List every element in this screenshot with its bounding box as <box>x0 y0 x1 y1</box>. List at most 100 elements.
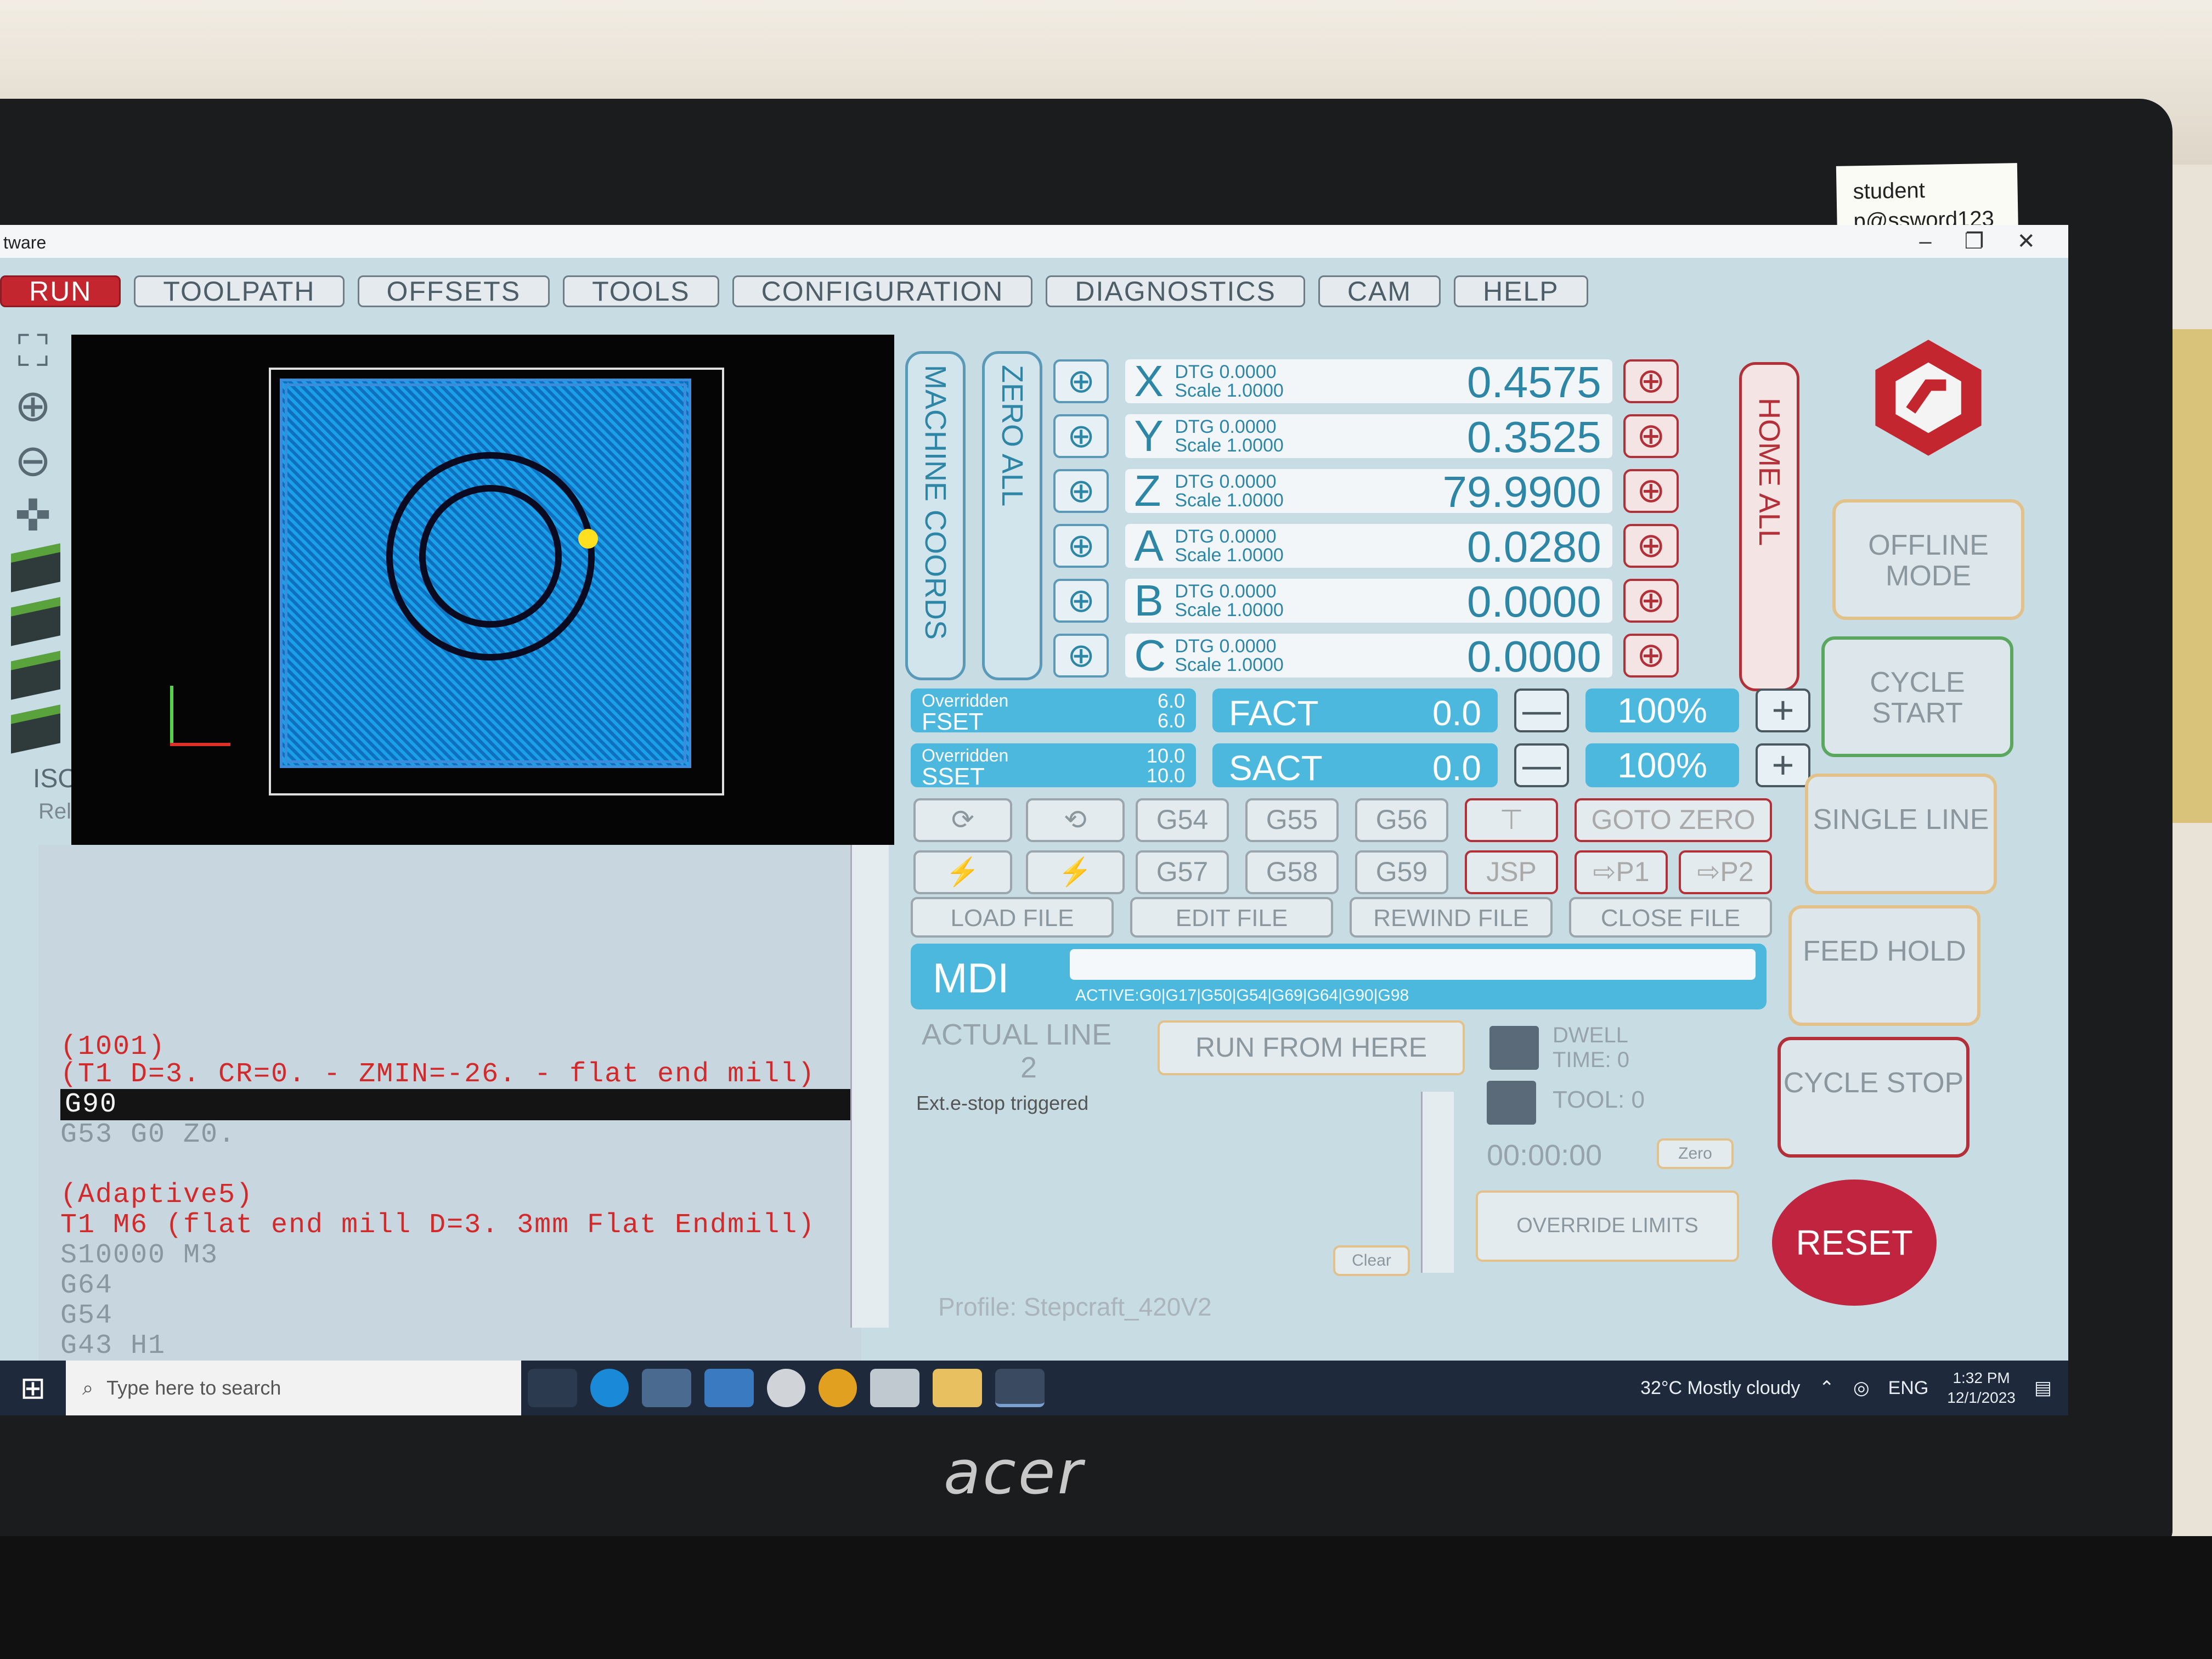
feed-increase-button[interactable]: + <box>1756 689 1810 732</box>
dtg: DTG 0.0000 <box>1175 416 1277 437</box>
coolant-mist-button[interactable]: ⚡ <box>1026 850 1125 894</box>
tray-chevron-icon[interactable]: ⌃ <box>1819 1377 1835 1399</box>
home-all-button[interactable]: HOME ALL <box>1739 362 1799 691</box>
gcode-scrollbar[interactable] <box>850 845 889 1328</box>
edge-icon[interactable] <box>590 1369 629 1407</box>
single-line-button[interactable]: SINGLE LINE <box>1805 774 1997 894</box>
maximize-button[interactable]: ❐ <box>1965 229 1984 254</box>
tool-position-marker <box>578 529 598 549</box>
media-icon[interactable] <box>870 1369 919 1407</box>
g54-button[interactable]: G54 <box>1136 798 1229 842</box>
tab-diagnostics[interactable]: DIAGNOSTICS <box>1046 275 1305 307</box>
dro-x[interactable]: X DTG 0.0000 Scale 1.0000 0.4575 <box>1125 359 1612 404</box>
probe-button[interactable]: ⊤ <box>1465 798 1558 842</box>
zoom-in-icon[interactable]: ⊕ <box>5 384 60 428</box>
gcode-viewer[interactable]: (1001) (T1 D=3. CR=0. - ZMIN=-26. - flat… <box>38 845 861 1415</box>
home-x-button[interactable]: ⊕ <box>1623 359 1679 403</box>
chrome-icon[interactable] <box>819 1369 857 1407</box>
store-icon[interactable] <box>642 1369 691 1407</box>
home-c-button[interactable]: ⊕ <box>1623 634 1679 678</box>
zero-c-button[interactable]: ⊕ <box>1053 634 1109 678</box>
clock[interactable]: 1:32 PM 12/1/2023 <box>1947 1368 2016 1408</box>
clear-status-button[interactable]: Clear <box>1333 1245 1410 1276</box>
scale: Scale 1.0000 <box>1175 380 1284 401</box>
language-indicator[interactable]: ENG <box>1888 1378 1929 1399</box>
mail-icon[interactable] <box>704 1369 754 1407</box>
task-view-icon[interactable] <box>528 1369 577 1407</box>
dro-y[interactable]: Y DTG 0.0000 Scale 1.0000 0.3525 <box>1125 414 1612 459</box>
view-iso-icon[interactable] <box>11 704 60 754</box>
tab-tools[interactable]: TOOLS <box>563 275 719 307</box>
notifications-icon[interactable]: ▤ <box>2034 1377 2052 1399</box>
tab-offsets[interactable]: OFFSETS <box>357 275 550 307</box>
dro-b[interactable]: B DTG 0.0000 Scale 1.0000 0.0000 <box>1125 579 1612 624</box>
toolpath-viewport[interactable] <box>71 335 894 845</box>
zero-b-button[interactable]: ⊕ <box>1053 579 1109 623</box>
home-b-button[interactable]: ⊕ <box>1623 579 1679 623</box>
zero-a-button[interactable]: ⊕ <box>1053 524 1109 568</box>
weather-widget[interactable]: 32°C Mostly cloudy <box>1640 1378 1800 1399</box>
zero-y-button[interactable]: ⊕ <box>1053 414 1109 458</box>
app-icon[interactable] <box>767 1369 805 1407</box>
dro-c[interactable]: C DTG 0.0000 Scale 1.0000 0.0000 <box>1125 634 1612 679</box>
zero-timer-button[interactable]: Zero <box>1657 1138 1734 1169</box>
g56-button[interactable]: G56 <box>1355 798 1448 842</box>
edit-file-button[interactable]: EDIT FILE <box>1130 897 1333 938</box>
tab-cam[interactable]: CAM <box>1318 275 1441 307</box>
zero-x-button[interactable]: ⊕ <box>1053 359 1109 403</box>
goto-p2-button[interactable]: ⇨P2 <box>1679 850 1772 894</box>
mdi-input[interactable] <box>1070 949 1756 980</box>
status-scrollbar[interactable] <box>1421 1092 1454 1273</box>
tab-configuration[interactable]: CONFIGURATION <box>732 275 1033 307</box>
view-side-icon[interactable] <box>11 651 60 700</box>
g55-button[interactable]: G55 <box>1245 798 1339 842</box>
run-from-here-button[interactable]: RUN FROM HERE <box>1158 1020 1465 1075</box>
tab-run[interactable]: RUN <box>0 275 121 307</box>
view-front-icon[interactable] <box>11 597 60 646</box>
tab-toolpath[interactable]: TOOLPATH <box>134 275 345 307</box>
offline-mode-button[interactable]: OFFLINE MODE <box>1832 499 2024 620</box>
g59-button[interactable]: G59 <box>1355 850 1448 894</box>
cycle-start-button[interactable]: CYCLE START <box>1821 636 2013 757</box>
feed-hold-button[interactable]: FEED HOLD <box>1788 905 1980 1026</box>
goto-p1-button[interactable]: ⇨P1 <box>1575 850 1668 894</box>
dro-a[interactable]: A DTG 0.0000 Scale 1.0000 0.0280 <box>1125 524 1612 569</box>
goto-zero-button[interactable]: GOTO ZERO <box>1575 798 1772 842</box>
g57-button[interactable]: G57 <box>1136 850 1229 894</box>
fit-view-icon[interactable]: ⛶ <box>5 329 60 373</box>
spindle-ccw-button[interactable]: ⟲ <box>1026 798 1125 842</box>
home-y-button[interactable]: ⊕ <box>1623 414 1679 458</box>
network-icon[interactable]: ◎ <box>1853 1377 1870 1399</box>
start-button[interactable]: ⊞ <box>0 1361 66 1415</box>
coolant-flood-button[interactable]: ⚡ <box>913 850 1012 894</box>
home-z-button[interactable]: ⊕ <box>1623 469 1679 513</box>
rewind-file-button[interactable]: REWIND FILE <box>1350 897 1553 938</box>
center-view-icon[interactable]: ✜ <box>5 494 60 538</box>
zoom-out-icon[interactable]: ⊖ <box>5 439 60 483</box>
tab-help[interactable]: HELP <box>1454 275 1588 307</box>
cycle-stop-button[interactable]: CYCLE STOP <box>1778 1037 1970 1158</box>
file-explorer-icon[interactable] <box>933 1369 982 1407</box>
zero-all-button[interactable]: ZERO ALL <box>982 351 1042 680</box>
zero-z-button[interactable]: ⊕ <box>1053 469 1109 513</box>
app-logo-icon <box>1875 340 1982 456</box>
spindle-increase-button[interactable]: + <box>1756 743 1810 787</box>
minimize-button[interactable]: – <box>1919 229 1931 254</box>
cnc-app-icon[interactable] <box>995 1369 1045 1407</box>
dro-z[interactable]: Z DTG 0.0000 Scale 1.0000 79.9900 <box>1125 469 1612 514</box>
machine-coords-button[interactable]: MACHINE COORDS <box>905 351 966 680</box>
spindle-decrease-button[interactable]: — <box>1514 743 1569 787</box>
taskbar-search[interactable]: ⌕ Type here to search <box>66 1361 521 1415</box>
spindle-cw-button[interactable]: ⟳ <box>913 798 1012 842</box>
g58-button[interactable]: G58 <box>1245 850 1339 894</box>
home-a-button[interactable]: ⊕ <box>1623 524 1679 568</box>
reset-button[interactable]: RESET <box>1772 1180 1937 1306</box>
view-top-icon[interactable] <box>11 543 60 592</box>
close-button[interactable]: ✕ <box>2017 229 2035 254</box>
close-file-button[interactable]: CLOSE FILE <box>1569 897 1772 938</box>
feed-decrease-button[interactable]: — <box>1514 689 1569 732</box>
jsp-button[interactable]: JSP <box>1465 850 1558 894</box>
iso-button[interactable]: ISO <box>33 764 78 794</box>
override-limits-button[interactable]: OVERRIDE LIMITS <box>1476 1190 1739 1262</box>
load-file-button[interactable]: LOAD FILE <box>911 897 1114 938</box>
